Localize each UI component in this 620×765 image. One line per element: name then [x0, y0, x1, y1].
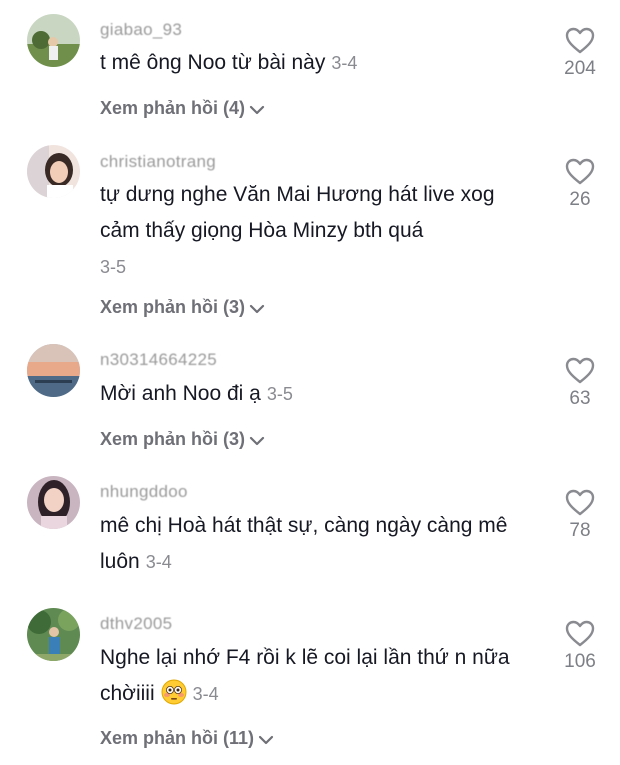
comment-body: Mời anh Noo đi ạ	[100, 382, 261, 405]
comment-text: Nghe lại nhớ F4 rồi k lẽ coi lại lần thứ…	[100, 640, 530, 712]
comment-username[interactable]: nhungddoo	[100, 482, 188, 502]
chevron-down-icon	[258, 735, 274, 745]
like-button[interactable]: 106	[562, 620, 598, 673]
chevron-down-icon	[249, 436, 265, 446]
view-replies-label: Xem phản hồi (3)	[100, 297, 246, 317]
chevron-down-icon	[249, 105, 265, 115]
heart-icon	[565, 489, 595, 516]
avatar[interactable]	[27, 344, 80, 397]
view-replies-button[interactable]: Xem phản hồi (4)	[100, 98, 265, 119]
like-count: 26	[569, 189, 591, 210]
heart-icon	[565, 357, 595, 384]
heart-icon	[565, 27, 595, 54]
like-count: 204	[564, 58, 596, 79]
like-button[interactable]: 204	[562, 27, 598, 80]
avatar[interactable]	[27, 14, 80, 67]
comment-username[interactable]: n30314664225	[100, 350, 217, 370]
view-replies-button[interactable]: Xem phản hồi (3)	[100, 297, 265, 318]
comment-body: t mê ông Noo từ bài này	[100, 51, 326, 74]
avatar[interactable]	[27, 476, 80, 529]
comment-username[interactable]: dthv2005	[100, 614, 172, 634]
chevron-down-icon	[249, 304, 265, 314]
comment-username[interactable]: giabao_93	[100, 20, 182, 40]
like-button[interactable]: 63	[562, 357, 598, 410]
avatar[interactable]	[27, 608, 80, 661]
comment-body: tự dưng nghe Văn Mai Hương hát live xog …	[100, 183, 495, 242]
view-replies-button[interactable]: Xem phản hồi (3)	[100, 429, 265, 450]
comment-text: tự dưng nghe Văn Mai Hương hát live xog …	[100, 177, 530, 285]
view-replies-label: Xem phản hồi (3)	[100, 429, 246, 449]
flushed-face-emoji-icon	[161, 679, 187, 705]
like-count: 63	[569, 388, 591, 409]
heart-icon	[565, 158, 595, 185]
view-replies-label: Xem phản hồi (4)	[100, 98, 246, 118]
comment-list: giabao_93 t mê ông Noo từ bài này 3-4 204…	[0, 0, 620, 765]
avatar[interactable]	[27, 145, 80, 198]
comment-username[interactable]: christianotrang	[100, 152, 216, 172]
comment-text: Mời anh Noo đi ạ 3-5	[100, 376, 530, 412]
view-replies-button[interactable]: Xem phản hồi (11)	[100, 728, 274, 749]
like-count: 78	[569, 520, 591, 541]
comment-text: t mê ông Noo từ bài này 3-4	[100, 45, 530, 81]
comment-date: 3-4	[331, 53, 358, 73]
heart-icon	[565, 620, 595, 647]
like-button[interactable]: 78	[562, 489, 598, 542]
comment-date: 3-4	[192, 684, 219, 704]
comment-date: 3-5	[266, 384, 293, 404]
like-button[interactable]: 26	[562, 158, 598, 211]
view-replies-label: Xem phản hồi (11)	[100, 728, 255, 748]
comment-text: mê chị Hoà hát thật sự, càng ngày càng m…	[100, 508, 530, 580]
comment-date: 3-5	[100, 257, 127, 277]
comment-date: 3-4	[145, 552, 172, 572]
like-count: 106	[564, 651, 596, 672]
